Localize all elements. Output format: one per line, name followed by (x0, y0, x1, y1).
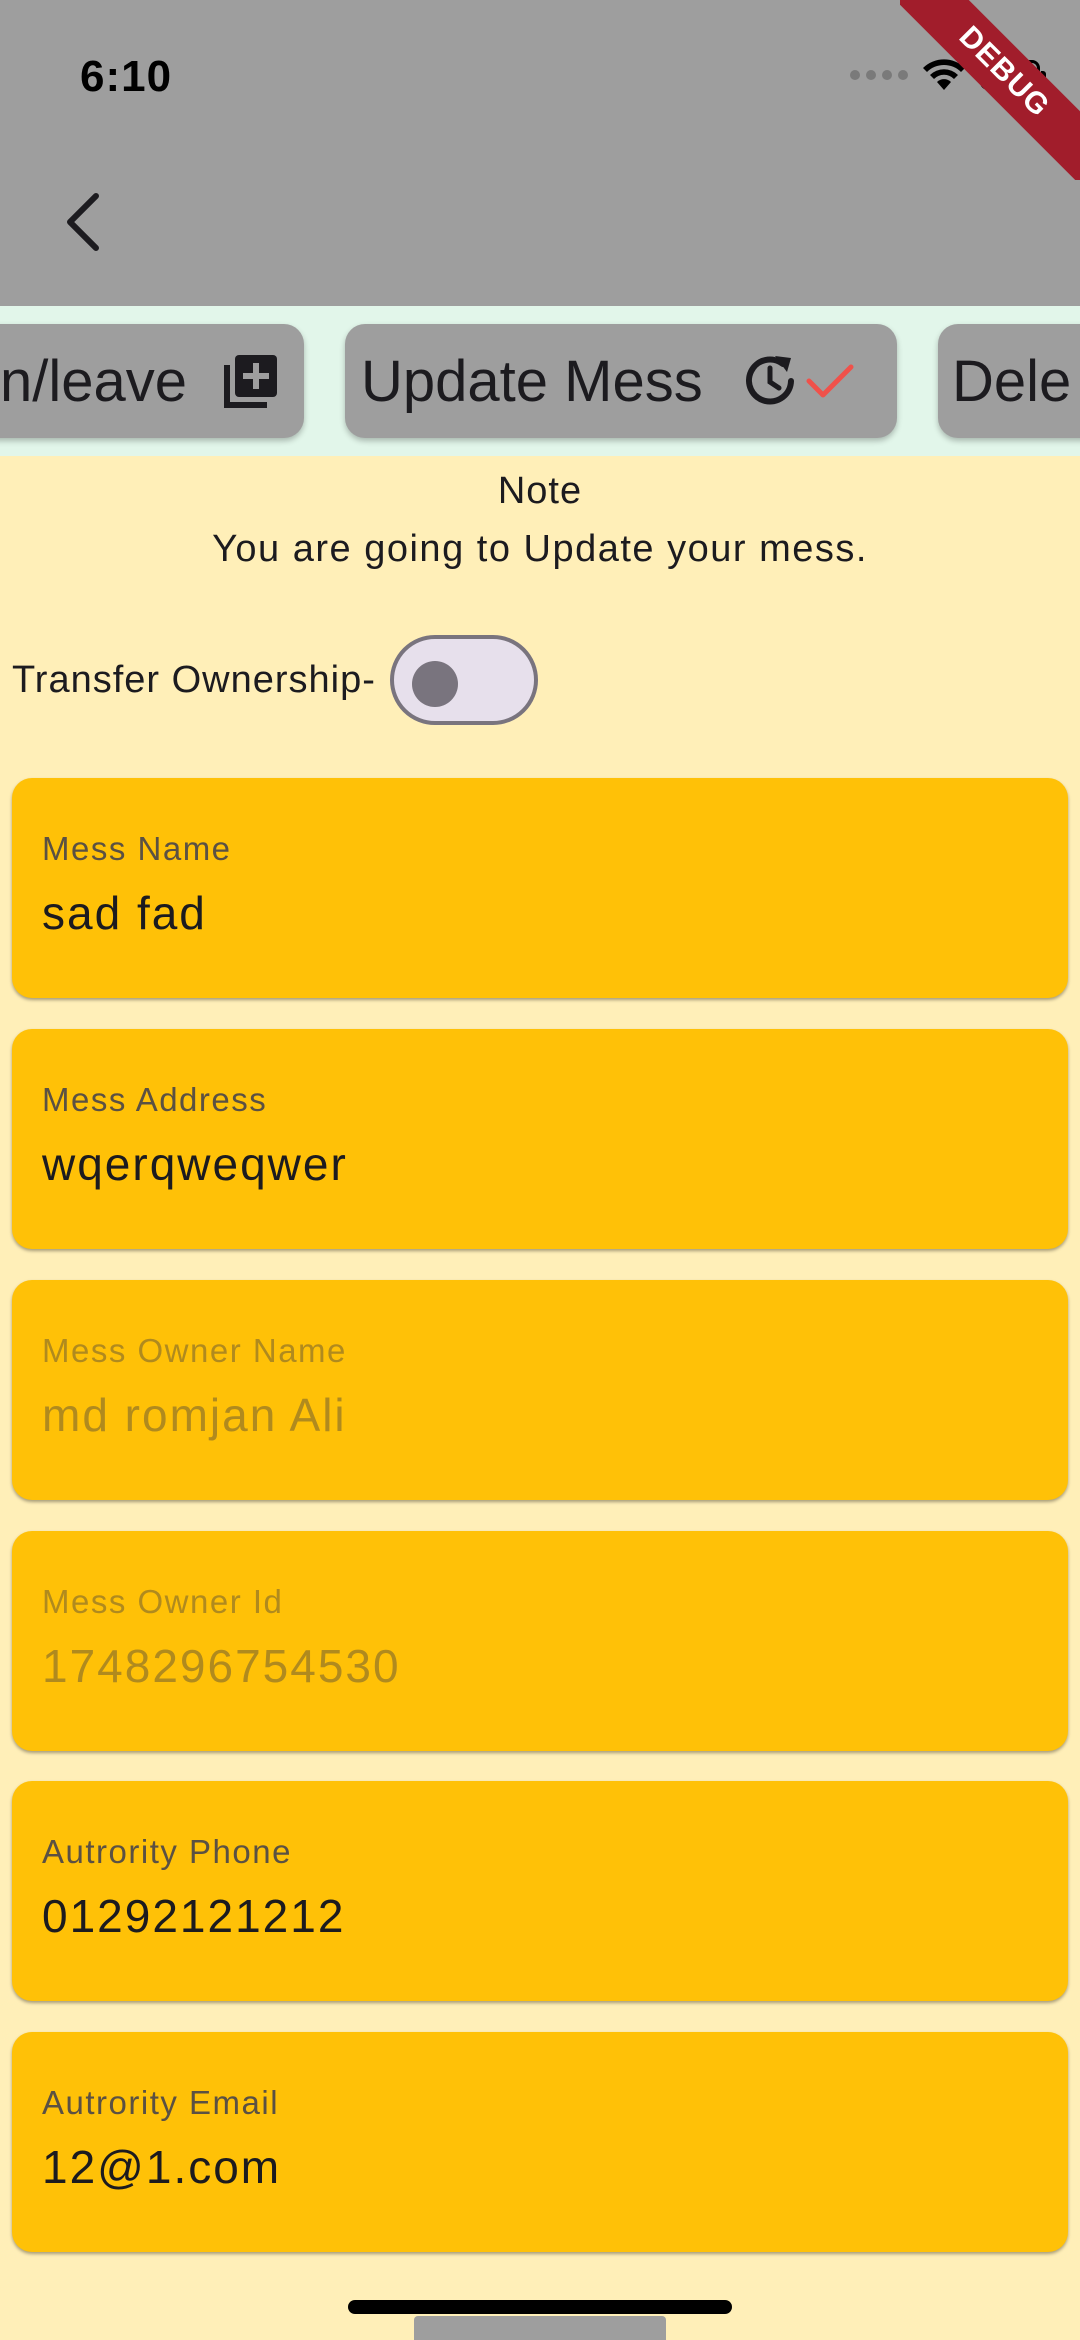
mess-name-field[interactable]: Mess Name sad fad (12, 778, 1068, 998)
field-value: 12@1.com (42, 2141, 282, 2193)
action-strip[interactable]: n/leave Update Mess Dele (0, 306, 1080, 456)
join-leave-label: n/leave (0, 348, 188, 414)
back-button[interactable] (48, 186, 120, 258)
cellular-signal-icon (850, 70, 908, 80)
note-title: Note (497, 470, 583, 512)
mess-owner-id-field: Mess Owner Id 1748296754530 (12, 1531, 1068, 1751)
field-label: Autrority Email (42, 2084, 280, 2121)
note-text: You are going to Update your mess. (212, 528, 868, 570)
delete-label: Dele (952, 348, 1072, 414)
delete-button[interactable]: Dele (938, 324, 1080, 438)
status-icons (850, 58, 1046, 92)
library-add-icon (224, 355, 278, 408)
status-time: 6:10 (80, 52, 173, 101)
field-label: Mess Name (42, 830, 232, 867)
update-icon (745, 356, 794, 405)
wifi-icon (923, 59, 965, 90)
authority-phone-field[interactable]: Autrority Phone 01292121212 (12, 1781, 1068, 2001)
authority-email-field[interactable]: Autrority Email 12@1.com (12, 2032, 1068, 2252)
transfer-ownership-row: Transfer Ownership- (12, 632, 538, 728)
bottom-sheet-edge (414, 2316, 666, 2340)
field-value: 01292121212 (42, 1890, 346, 1942)
update-mess-button[interactable]: Update Mess (345, 324, 897, 438)
app-bar: 6:10 (0, 0, 1080, 306)
battery-icon (980, 60, 1046, 90)
home-indicator[interactable] (348, 2300, 732, 2314)
check-icon (806, 364, 854, 398)
field-value: md romjan Ali (42, 1389, 347, 1441)
transfer-ownership-label: Transfer Ownership- (12, 658, 376, 701)
field-label: Mess Owner Name (42, 1332, 347, 1369)
switch-knob (411, 661, 458, 707)
field-label: Autrority Phone (42, 1833, 292, 1870)
field-label: Mess Owner Id (42, 1583, 284, 1620)
field-label: Mess Address (42, 1081, 268, 1118)
field-value: sad fad (42, 887, 207, 939)
mess-owner-name-field: Mess Owner Name md romjan Ali (12, 1280, 1068, 1500)
transfer-ownership-switch[interactable] (389, 635, 538, 725)
mess-address-field[interactable]: Mess Address wqerqweqwer (12, 1029, 1068, 1249)
update-mess-label: Update Mess (361, 348, 703, 414)
field-value: wqerqweqwer (42, 1138, 348, 1190)
chevron-left-icon (67, 193, 99, 251)
join-leave-button[interactable]: n/leave (0, 324, 304, 438)
field-value: 1748296754530 (42, 1640, 401, 1692)
